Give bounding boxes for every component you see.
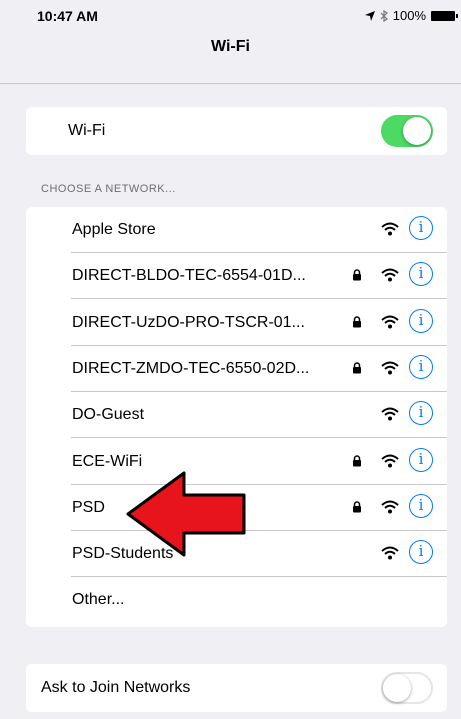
battery-icon [431,10,458,21]
network-name: DIRECT-ZMDO-TEC-6550-02D... [72,359,310,377]
choose-network-header: CHOOSE A NETWORK... [41,183,176,195]
ask-to-join-label: Ask to Join Networks [41,679,191,696]
battery-percent: 100% [392,8,426,23]
network-name: Apple Store [72,221,156,238]
network-row[interactable]: DIRECT-BLDO-TEC-6554-01D... i [26,253,447,300]
network-row[interactable]: Apple Store i [26,207,447,253]
wifi-signal-icon [381,407,399,426]
lock-icon [352,361,362,379]
wifi-signal-icon [381,454,399,473]
info-button[interactable]: i [409,262,433,287]
wifi-signal-icon [381,222,399,241]
lock-icon [352,500,362,518]
lock-icon [352,454,362,472]
page-title: Wi-Fi [211,38,250,55]
wifi-signal-icon [381,268,399,287]
toggle-knob [383,674,411,702]
status-right: 100% [364,8,458,23]
lock-icon [352,268,362,286]
info-button[interactable]: i [409,401,433,426]
network-row[interactable]: DIRECT-UzDO-PRO-TSCR-01... i [26,300,447,346]
status-time: 10:47 AM [37,8,98,24]
bluetooth-icon [380,9,388,22]
location-arrow-icon [364,10,375,21]
network-row[interactable]: DO-Guest i [26,392,447,439]
network-name: DO-Guest [72,406,145,424]
network-name: PSD [72,498,105,516]
info-button[interactable]: i [409,540,433,565]
network-list: Apple Store i DIRECT-BLDO-TEC-6554-01D... i… [26,207,447,627]
status-bar: 10:47 AM 100% [0,0,461,28]
toggle-knob [403,117,431,145]
wifi-signal-icon [381,315,399,334]
wifi-signal-icon [381,361,399,380]
info-button[interactable]: i [409,216,433,240]
wifi-toggle[interactable] [381,115,433,147]
wifi-label: Wi-Fi [68,122,106,139]
info-button[interactable]: i [409,354,433,379]
info-button[interactable]: i [409,493,433,518]
network-name: ECE-WiFi [72,452,143,470]
network-name: Other... [72,591,125,609]
wifi-signal-icon [381,546,399,565]
info-button[interactable]: i [409,308,433,333]
network-name: DIRECT-BLDO-TEC-6554-01D... [72,267,306,285]
wifi-signal-icon [381,500,399,519]
navigation-bar: Wi-Fi [0,28,461,84]
ask-to-join-toggle[interactable] [381,672,433,704]
ask-to-join-group: Ask to Join Networks [26,664,447,712]
network-row[interactable]: DIRECT-ZMDO-TEC-6550-02D... i [26,346,447,392]
red-arrow-annotation [126,471,246,557]
wifi-toggle-group: Wi-Fi [26,107,447,155]
lock-icon [352,315,362,333]
info-button[interactable]: i [409,447,433,472]
network-name: DIRECT-UzDO-PRO-TSCR-01... [72,313,305,331]
network-row[interactable]: Other... [26,577,447,623]
